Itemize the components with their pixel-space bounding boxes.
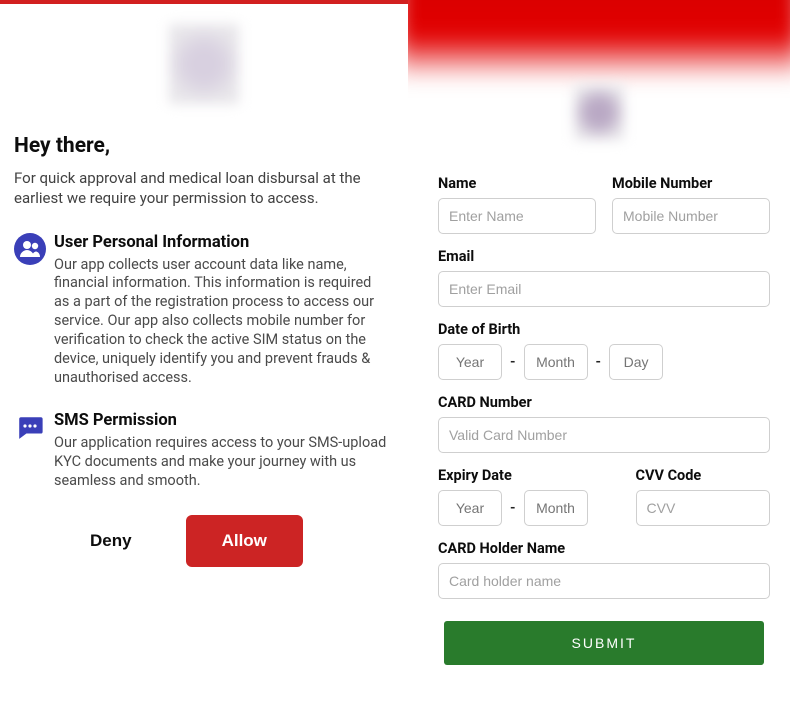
sms-icon [14,411,54,443]
card-number-input[interactable] [438,417,770,453]
greeting-title: Hey there, [14,134,394,158]
dob-day-input[interactable] [609,344,663,380]
dob-month-input[interactable] [524,344,588,380]
brand-banner-blurred [408,0,790,80]
email-label: Email [438,248,770,265]
dob-sep: - [510,354,516,370]
expiry-sep: - [510,500,516,516]
allow-button[interactable]: Allow [186,515,303,567]
dob-label: Date of Birth [438,321,770,338]
greeting-subtitle: For quick approval and medical loan disb… [14,168,394,209]
name-label: Name [438,175,596,192]
permission-sms: SMS Permission Our application requires … [14,411,394,491]
expiry-year-input[interactable] [438,490,502,526]
permission-sms-desc: Our application requires access to your … [54,434,388,491]
email-input[interactable] [438,271,770,307]
mobile-input[interactable] [612,198,770,234]
permissions-screen: Hey there, For quick approval and medica… [0,0,408,717]
user-info-icon [14,233,54,265]
expiry-label: Expiry Date [438,467,620,484]
deny-button[interactable]: Deny [72,515,150,567]
submit-button[interactable]: SUBMIT [444,621,764,665]
logo-area [0,4,408,134]
card-holder-label: CARD Holder Name [438,540,770,557]
permission-user-info: User Personal Information Our app collec… [14,233,394,388]
card-number-label: CARD Number [438,394,770,411]
card-details-form-screen: Name Mobile Number Email Date of Birth - [408,0,790,717]
app-logo-blurred [169,24,239,104]
dob-year-input[interactable] [438,344,502,380]
card-holder-input[interactable] [438,563,770,599]
permission-sms-title: SMS Permission [54,411,388,430]
cvv-input[interactable] [636,490,770,526]
expiry-month-input[interactable] [524,490,588,526]
form-logo-blurred [574,85,624,140]
dob-sep: - [596,354,602,370]
permission-user-info-desc: Our app collects user account data like … [54,256,388,388]
cvv-label: CVV Code [636,467,770,484]
name-input[interactable] [438,198,596,234]
form-header [408,0,790,155]
permission-user-info-title: User Personal Information [54,233,388,252]
mobile-label: Mobile Number [612,175,770,192]
